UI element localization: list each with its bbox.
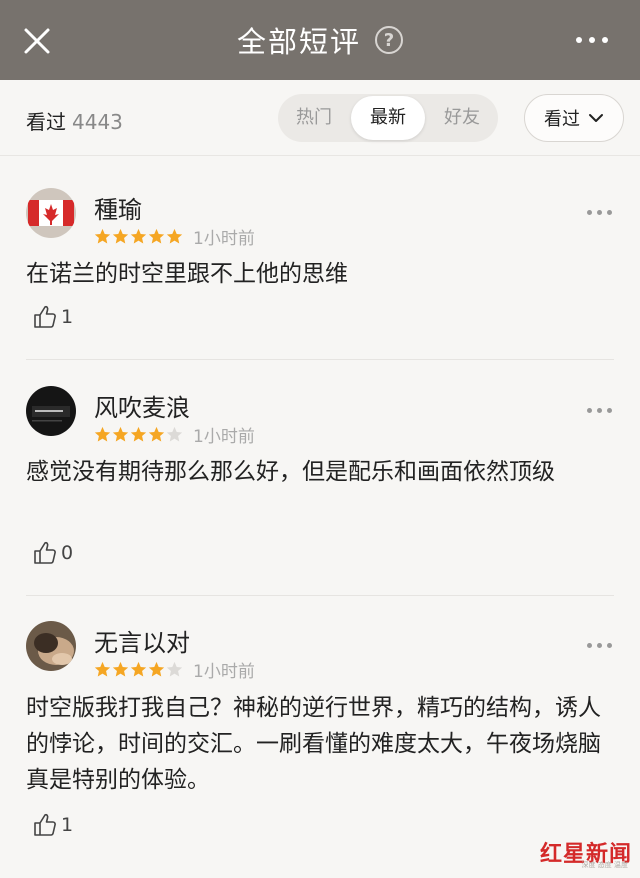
like-count: 1 <box>61 306 74 328</box>
star-filled-icon <box>94 228 111 244</box>
star-filled-icon <box>130 661 147 677</box>
thumbs-up-icon <box>34 305 56 328</box>
seen-count: 看过 4443 <box>26 106 123 135</box>
help-icon[interactable]: ? <box>375 26 403 54</box>
top-bar: 全部短评 ? <box>0 0 640 80</box>
dropdown-label: 看过 <box>544 109 580 130</box>
star-filled-icon <box>112 228 129 244</box>
comment-more-icon[interactable] <box>587 643 612 648</box>
star-filled-icon <box>148 661 165 677</box>
like-button[interactable]: 1 <box>32 304 73 330</box>
seen-count-value: 4443 <box>72 110 123 134</box>
star-empty-icon <box>166 661 183 677</box>
tab-latest[interactable]: 最新 <box>351 96 425 140</box>
star-filled-icon <box>112 426 129 442</box>
seen-label: 看过 <box>26 110 66 134</box>
thumbs-up-icon <box>34 541 56 564</box>
star-rating <box>94 661 183 678</box>
like-button[interactable]: 1 <box>32 812 73 838</box>
username[interactable]: 风吹麦浪 <box>94 388 190 423</box>
thumbs-up-icon <box>34 813 56 836</box>
username[interactable]: 无言以对 <box>94 623 190 658</box>
like-count: 0 <box>61 542 74 564</box>
more-options-icon[interactable] <box>576 37 608 43</box>
star-filled-icon <box>112 661 129 677</box>
avatar[interactable] <box>26 188 76 238</box>
username[interactable]: 種瑜 <box>94 190 142 225</box>
comment-more-icon[interactable] <box>587 408 612 413</box>
divider <box>26 359 614 360</box>
star-filled-icon <box>94 661 111 677</box>
avatar[interactable] <box>26 386 76 436</box>
comment-time: 1小时前 <box>193 662 255 682</box>
star-filled-icon <box>130 228 147 244</box>
divider <box>26 595 614 596</box>
star-filled-icon <box>130 426 147 442</box>
avatar[interactable] <box>26 621 76 671</box>
chevron-down-icon <box>589 114 603 122</box>
tab-hot[interactable]: 热门 <box>278 94 350 142</box>
comment-time: 1小时前 <box>193 427 255 447</box>
comment-text: 感觉没有期待那么那么好，但是配乐和画面依然顶级 <box>26 459 555 485</box>
like-count: 1 <box>61 814 74 836</box>
like-button[interactable]: 0 <box>32 540 73 566</box>
comment-more-icon[interactable] <box>587 210 612 215</box>
filter-bar: 看过 4443 热门 最新 好友 看过 <box>0 80 640 156</box>
comment-text: 在诺兰的时空里跟不上他的思维 <box>26 261 348 287</box>
star-filled-icon <box>94 426 111 442</box>
page-title: 全部短评 <box>236 25 361 59</box>
comment-text: 时空版我打我自己？神秘的逆行世界，精巧的结构，诱人的悖论，时间的交汇。一刷看懂的… <box>26 695 601 793</box>
tab-friends[interactable]: 好友 <box>426 94 498 142</box>
star-filled-icon <box>148 426 165 442</box>
star-rating <box>94 228 183 245</box>
watermark-tagline: 深度 态度 温度 <box>581 861 628 869</box>
seen-filter-dropdown[interactable]: 看过 <box>524 94 624 142</box>
star-rating <box>94 426 183 443</box>
star-empty-icon <box>166 426 183 442</box>
star-filled-icon <box>148 228 165 244</box>
comment-time: 1小时前 <box>193 229 255 249</box>
sort-tabs: 热门 最新 好友 <box>278 94 498 142</box>
star-filled-icon <box>166 228 183 244</box>
watermark-logo: 红星新闻 深度 态度 温度 <box>536 836 632 870</box>
